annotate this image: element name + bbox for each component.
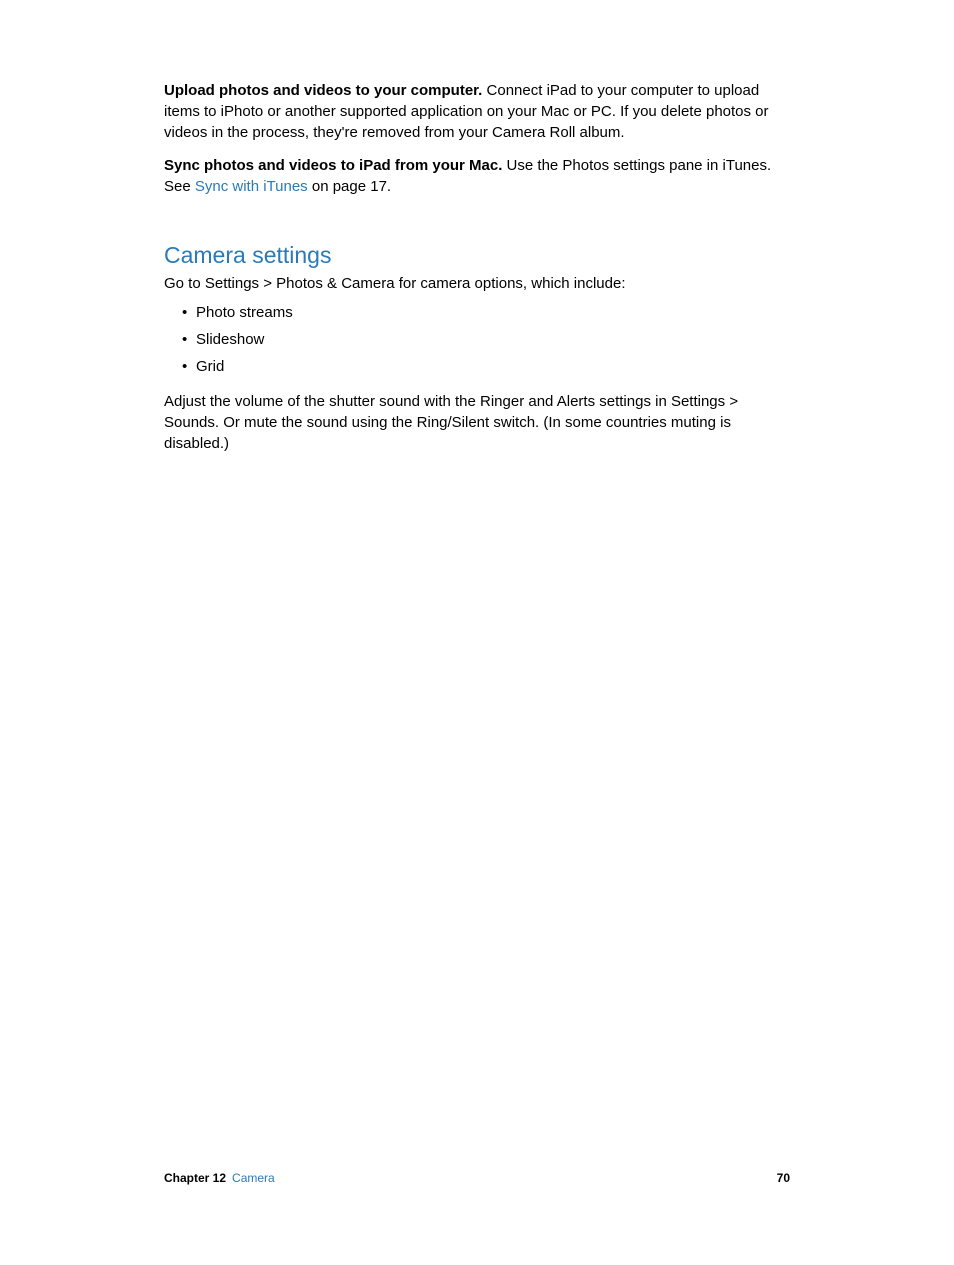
- page-footer: Chapter 12 Camera 70: [0, 1170, 954, 1187]
- link-sync-itunes[interactable]: Sync with iTunes: [195, 178, 308, 195]
- paragraph-adjust-volume: Adjust the volume of the shutter sound w…: [164, 391, 790, 454]
- footer-left: Chapter 12 Camera: [164, 1170, 275, 1187]
- paragraph-goto-settings: Go to Settings > Photos & Camera for cam…: [164, 273, 790, 294]
- heading-camera-settings: Camera settings: [164, 239, 790, 271]
- list-item: Slideshow: [182, 329, 790, 350]
- footer-chapter-title: Camera: [232, 1170, 275, 1187]
- paragraph-upload: Upload photos and videos to your compute…: [164, 80, 790, 143]
- page-content: Upload photos and videos to your compute…: [0, 0, 954, 454]
- list-item: Grid: [182, 356, 790, 377]
- bullet-list-options: Photo streams Slideshow Grid: [164, 302, 790, 377]
- paragraph-sync: Sync photos and videos to iPad from your…: [164, 155, 790, 197]
- text-sync-after: on page 17.: [308, 178, 391, 195]
- bold-lead-upload: Upload photos and videos to your compute…: [164, 82, 482, 99]
- footer-chapter-label: Chapter 12: [164, 1170, 226, 1187]
- bold-lead-sync: Sync photos and videos to iPad from your…: [164, 157, 502, 174]
- list-item: Photo streams: [182, 302, 790, 323]
- footer-page-number: 70: [777, 1170, 790, 1187]
